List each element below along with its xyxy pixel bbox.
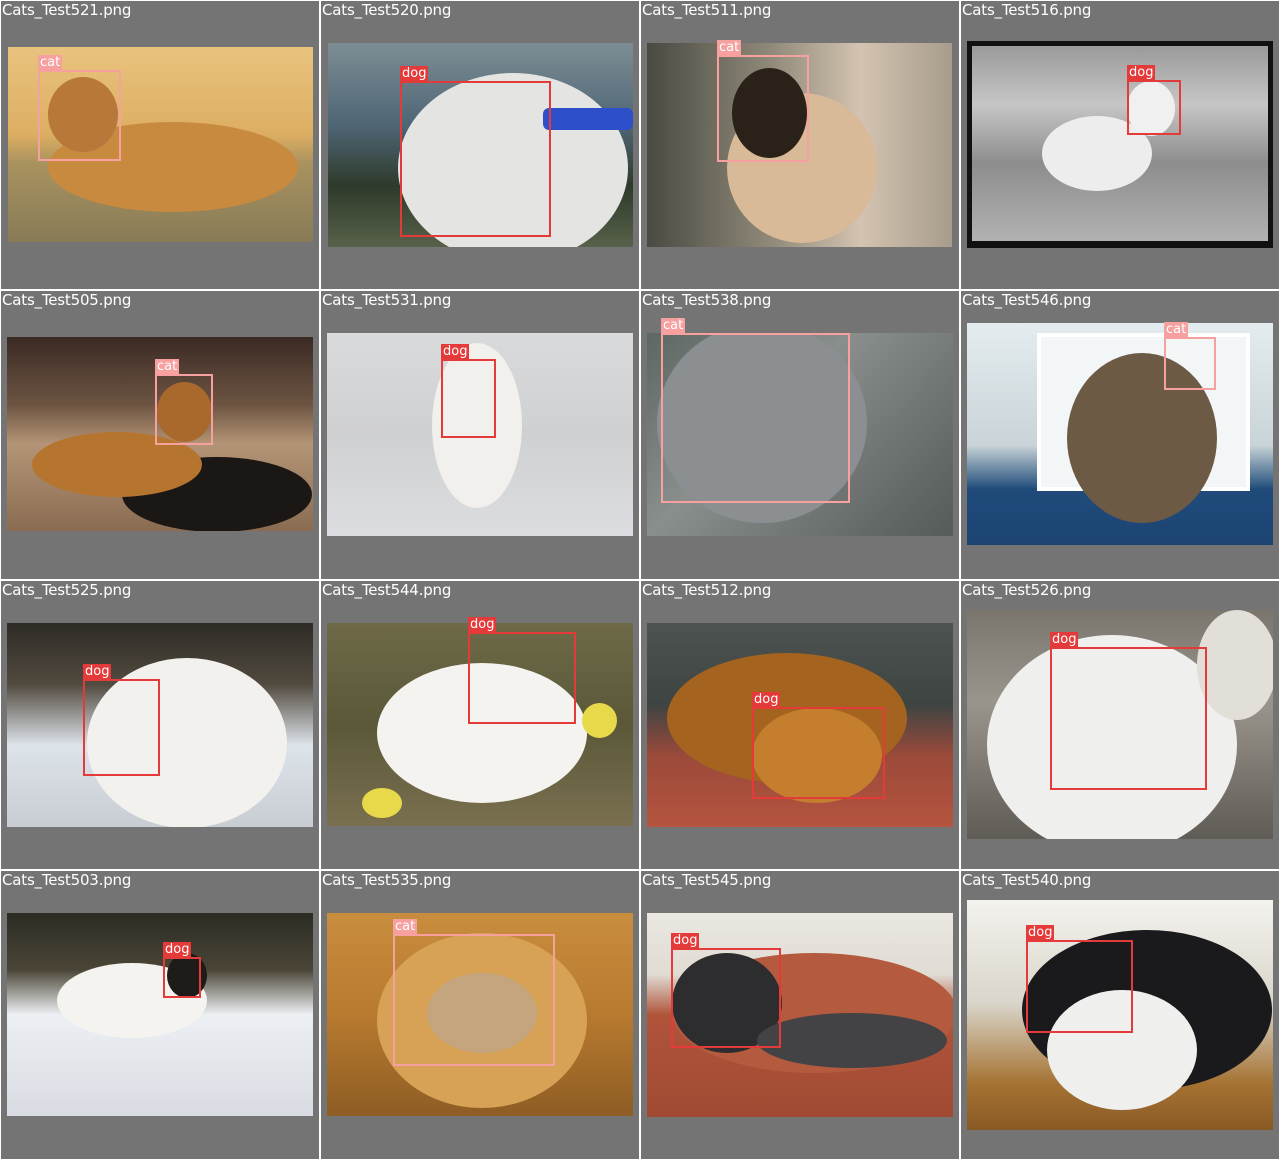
- tile-filename: Cats_Test535.png: [322, 871, 452, 889]
- tile[interactable]: Cats_Test512.png dog: [641, 581, 959, 869]
- tile-filename: Cats_Test516.png: [962, 1, 1092, 19]
- tile[interactable]: Cats_Test540.png dog: [961, 871, 1279, 1159]
- detection-box: dog: [1026, 925, 1133, 1033]
- detection-box: cat: [393, 919, 555, 1066]
- tile-filename: Cats_Test525.png: [2, 581, 132, 599]
- detection-label: dog: [163, 942, 192, 958]
- tile[interactable]: Cats_Test544.png dog: [321, 581, 639, 869]
- detection-label: dog: [441, 344, 470, 360]
- tile-filename: Cats_Test546.png: [962, 291, 1092, 309]
- detection-box: dog: [468, 617, 576, 724]
- detection-label: dog: [1050, 632, 1079, 648]
- tile[interactable]: Cats_Test546.png cat: [961, 291, 1279, 579]
- tile-photo: [967, 323, 1273, 545]
- detection-box: dog: [671, 933, 781, 1048]
- detection-box: dog: [83, 664, 160, 776]
- tile-photo: [7, 913, 313, 1116]
- tile[interactable]: Cats_Test535.png cat: [321, 871, 639, 1159]
- tile-filename: Cats_Test538.png: [642, 291, 772, 309]
- tile-photo: [7, 623, 313, 827]
- tile[interactable]: Cats_Test521.png cat: [1, 1, 319, 289]
- detection-label: dog: [752, 692, 781, 708]
- tile-filename: Cats_Test505.png: [2, 291, 132, 309]
- detection-label: cat: [1164, 322, 1189, 338]
- detection-label: cat: [38, 55, 63, 71]
- detection-label: cat: [717, 40, 742, 56]
- image-grid: Cats_Test521.png cat Cats_Test520.png do…: [0, 0, 1280, 1160]
- detection-box: cat: [717, 40, 809, 162]
- detection-box: dog: [163, 942, 201, 998]
- detection-box: dog: [752, 692, 885, 799]
- tile-filename: Cats_Test540.png: [962, 871, 1092, 889]
- detection-label: cat: [155, 359, 180, 375]
- detection-box: dog: [1127, 65, 1181, 135]
- tile[interactable]: Cats_Test526.png dog: [961, 581, 1279, 869]
- detection-label: cat: [661, 318, 686, 334]
- detection-label: dog: [400, 66, 429, 82]
- tile[interactable]: Cats_Test520.png dog: [321, 1, 639, 289]
- tile[interactable]: Cats_Test516.png dog: [961, 1, 1279, 289]
- detection-box: dog: [1050, 632, 1207, 790]
- tile[interactable]: Cats_Test531.png dog: [321, 291, 639, 579]
- detection-label: dog: [1127, 65, 1156, 81]
- detection-label: dog: [468, 617, 497, 633]
- tile-filename: Cats_Test526.png: [962, 581, 1092, 599]
- tile[interactable]: Cats_Test503.png dog: [1, 871, 319, 1159]
- detection-label: cat: [393, 919, 418, 935]
- detection-box: cat: [155, 359, 213, 445]
- tile[interactable]: Cats_Test538.png cat: [641, 291, 959, 579]
- detection-label: dog: [1026, 925, 1055, 941]
- tile[interactable]: Cats_Test525.png dog: [1, 581, 319, 869]
- detection-box: cat: [1164, 322, 1216, 390]
- detection-box: cat: [38, 55, 121, 161]
- detection-box: dog: [441, 344, 496, 438]
- detection-label: dog: [671, 933, 700, 949]
- tile[interactable]: Cats_Test545.png dog: [641, 871, 959, 1159]
- tile-filename: Cats_Test520.png: [322, 1, 452, 19]
- tile-filename: Cats_Test531.png: [322, 291, 452, 309]
- detection-box: cat: [661, 318, 850, 503]
- detection-box: dog: [400, 66, 551, 237]
- detection-label: dog: [83, 664, 112, 680]
- tile-filename: Cats_Test503.png: [2, 871, 132, 889]
- tile-filename: Cats_Test521.png: [2, 1, 132, 19]
- tile-filename: Cats_Test511.png: [642, 1, 772, 19]
- tile-photo: [967, 41, 1273, 248]
- tile-filename: Cats_Test544.png: [322, 581, 452, 599]
- tile[interactable]: Cats_Test505.png cat: [1, 291, 319, 579]
- tile-filename: Cats_Test512.png: [642, 581, 772, 599]
- tile-filename: Cats_Test545.png: [642, 871, 772, 889]
- tile[interactable]: Cats_Test511.png cat: [641, 1, 959, 289]
